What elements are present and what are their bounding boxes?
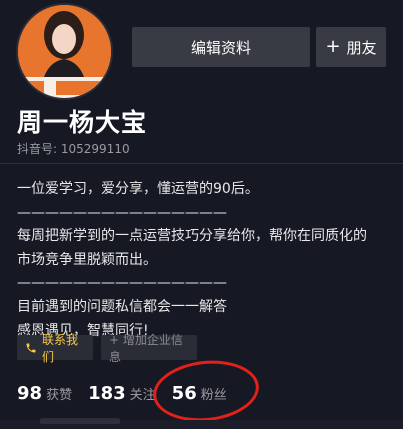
stat-value: 98 xyxy=(17,383,43,404)
add-company-info-label: + 增加企业信息 xyxy=(109,332,183,364)
bio-line: 每周把新学到的一点运营技巧分享给你，帮你在同质化的 xyxy=(17,228,367,245)
bio-line: 一位爱学习，爱分享，懂运营的90后。 xyxy=(17,181,259,197)
douyin-id-label: 抖音号: xyxy=(17,142,58,156)
avatar-image xyxy=(18,5,111,98)
plus-icon: + xyxy=(325,36,341,57)
stat-label: 获赞 xyxy=(46,388,73,403)
stat-value: 183 xyxy=(88,383,126,404)
bio-line: ——————————————— xyxy=(17,275,227,292)
add-friend-button[interactable]: + 朋友 xyxy=(316,27,386,67)
divider xyxy=(0,163,403,164)
bio: 一位爱学习，爱分享，懂运营的90后。 ——————————————— 每周把新学… xyxy=(17,178,397,343)
edit-profile-button[interactable]: 编辑资料 xyxy=(132,27,310,67)
bio-line: 目前遇到的问题私信都会一一解答 xyxy=(17,298,227,315)
douyin-id: 抖音号: 105299110 xyxy=(17,140,130,157)
bio-line: 市场竞争里脱颖而出。 xyxy=(17,251,157,268)
avatar[interactable] xyxy=(16,3,113,100)
edit-profile-label: 编辑资料 xyxy=(190,38,251,57)
contact-us-button[interactable]: 联系我们 xyxy=(17,333,93,364)
add-company-info-button[interactable]: + 增加企业信息 xyxy=(101,333,197,364)
stat-following[interactable]: 183 关注 xyxy=(88,383,156,404)
stat-label: 关注 xyxy=(129,388,156,403)
profile-name: 周一杨大宝 xyxy=(17,108,148,137)
douyin-id-value: 105299110 xyxy=(60,142,130,156)
bio-line: ——————————————— xyxy=(17,204,227,221)
phone-icon xyxy=(25,342,37,354)
stat-likes[interactable]: 98 获赞 xyxy=(17,383,72,404)
contact-us-label: 联系我们 xyxy=(42,332,79,364)
add-friend-label: 朋友 xyxy=(346,38,377,57)
highlight-circle xyxy=(150,355,262,427)
bottom-hint xyxy=(40,418,120,424)
